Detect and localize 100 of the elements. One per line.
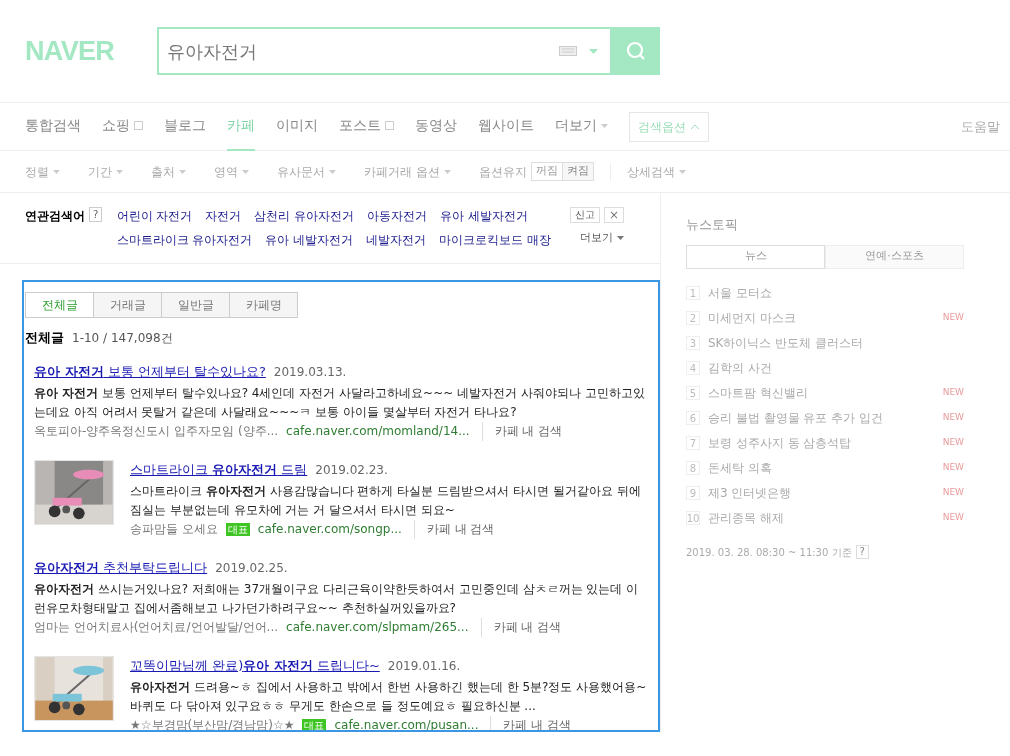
filter-dropdown[interactable]: 상세검색 [609, 162, 686, 181]
search-icon [626, 41, 646, 61]
related-keyword[interactable]: 삼천리 유아자전거 [254, 207, 355, 225]
caret-icon [678, 169, 686, 174]
result-date: 2019.03.13. [273, 363, 347, 381]
nav-tab[interactable]: 통합검색 [25, 102, 81, 151]
result-snippet: 유아자전거 드려용~ㅎ 집에서 사용하고 밖에서 한번 사용하긴 했는데 한 5분?정도 사용했어용~바퀴도 다 닦아져 있구요ㅎㅎ 무게도 한손으로 들 정도예요ㅎ 필요하신분 ... [130, 678, 648, 715]
keep-options-label: 옵션유지 [478, 163, 527, 181]
nav-tab[interactable]: 포스트 [339, 102, 394, 151]
related-keyword[interactable]: 유아 세발자전거 [440, 207, 529, 225]
result-title-link[interactable]: 꼬똑이맘님께 완료)유아 자전거 드립니다~ [130, 655, 380, 675]
url-link[interactable]: cafe.naver.com/momland/14... [286, 421, 470, 441]
toggle-option[interactable]: 켜짐 [561, 163, 593, 180]
related-keyword[interactable]: 네발자전거 [366, 231, 427, 249]
rank-number: 5 [686, 386, 700, 400]
cafe-name-link[interactable]: 옥토피아-양주옥정신도시 입주자모임 (양주... [34, 421, 279, 441]
cafe-search-link[interactable]: 카페 내 검색 [480, 617, 562, 637]
new-label: NEW [942, 461, 964, 475]
results-tab[interactable]: 카페명 [229, 292, 298, 318]
nav-tab[interactable]: 웹사이트 [478, 102, 534, 151]
close-button[interactable]: × [603, 207, 624, 223]
rank-number: 6 [686, 411, 700, 425]
related-keyword[interactable]: 아동자전거 [367, 207, 428, 225]
keyboard-icon[interactable] [559, 46, 577, 56]
rank-number: 3 [686, 336, 700, 350]
caret-icon [617, 236, 624, 241]
url-link[interactable]: cafe.naver.com/slpmam/265... [286, 617, 469, 637]
related-keyword[interactable]: 어린이 자전거 [116, 207, 193, 225]
news-topic-link[interactable]: 서울 모터쇼 [708, 284, 772, 302]
badge: 대표 [225, 522, 250, 536]
news-tab[interactable]: 뉴스 [686, 244, 825, 269]
new-label: NEW [942, 386, 964, 400]
news-topic-link[interactable]: 스마트팜 혁신밸리 [708, 384, 808, 402]
results-heading: 전체글 [25, 329, 64, 347]
new-label: NEW [942, 411, 964, 425]
news-topic-link[interactable]: 승리 불법 촬영물 유포 추가 입건 [708, 409, 884, 427]
news-topic-title: 뉴스토픽 [686, 216, 739, 234]
url-link[interactable]: cafe.naver.com/songp... [257, 519, 402, 539]
related-keyword[interactable]: 마이크로킥보드 매장 [439, 231, 552, 249]
result-snippet: 유아자전거 쓰시는거있나요? 저희애는 37개월이구요 다리근육이약한듯하여서 고민중인데 삼ㅊㄹ꺼는 있는데 이런유모차형태말고 집에서좀해보고 나가던가하려구요~~ 추천하실꺼있을까요? [34, 580, 640, 617]
result-title-link[interactable]: 유아자전거 추천부탁드립니다 [34, 557, 208, 577]
search-field[interactable]: 유아자전거 [157, 27, 612, 75]
cafe-name-link[interactable]: ★☆부경맘(부산맘/경남맘)☆★ [130, 715, 295, 730]
help-link[interactable]: 도움말 [961, 116, 1000, 137]
news-topic-link[interactable]: 돈세탁 의혹 [708, 459, 772, 477]
cafe-search-link[interactable]: 카페 내 검색 [481, 421, 563, 441]
filter-dropdown[interactable]: 정렬 [25, 162, 60, 181]
timestamp: 2019. 03. 28. 08:30 ~ 11:30 기준 [686, 545, 852, 560]
caret-icon [443, 169, 451, 174]
news-topic-link[interactable]: 제3 인터넷은행 [708, 484, 792, 502]
result-snippet: 유아 자전거 보통 언제부터 탈수있나요? 4세인데 자전거 사달라고하네요~~~ 네발자전거 사줘야되나 고민하고있는데요 아직 어려서 못탈거 같은데 사달래요~~~ㅋ 보통 아이들 몇살부터 자전거 타나요? [34, 384, 646, 421]
new-label: NEW [942, 311, 964, 325]
new-label: NEW [942, 436, 964, 450]
filter-dropdown[interactable]: 기간 [88, 162, 123, 181]
filter-dropdown[interactable]: 출처 [151, 162, 186, 181]
cafe-name-link[interactable]: 엄마는 언어치료사(언어치료/언어발달/언어... [34, 617, 279, 637]
nav-tab[interactable]: 쇼핑 [102, 102, 143, 151]
nav-tab[interactable]: 블로그 [164, 102, 206, 151]
rank-number: 9 [686, 486, 700, 500]
filter-dropdown[interactable]: 유사문서 [277, 162, 336, 181]
filter-dropdown[interactable]: 카페거래 옵션 [364, 162, 451, 181]
news-topic-link[interactable]: 김학의 사건 [708, 359, 772, 377]
related-keyword[interactable]: 자전거 [205, 207, 242, 225]
news-topic-link[interactable]: 보령 성주사지 동 삼층석탑 [708, 434, 852, 452]
cafe-search-link[interactable]: 카페 내 검색 [490, 715, 572, 730]
help-badge[interactable]: ? [89, 207, 103, 222]
search-button[interactable] [612, 27, 660, 75]
cafe-search-link[interactable]: 카페 내 검색 [413, 519, 495, 539]
news-topic-link[interactable]: 미세먼지 마스크 [708, 309, 796, 327]
results-tab[interactable]: 거래글 [93, 292, 162, 318]
more-link[interactable]: 더보기 [580, 230, 624, 247]
result-snippet: 스마트라이크 유아자전거 사용감많습니다 편하게 타실분 드림받으셔서 타시면 될거같아요 뒤에 짐실는 부분없는데 유모차에 거는 거 달으셔서 타시면 되요~ [130, 482, 642, 519]
related-keyword[interactable]: 유아 네발자전거 [265, 231, 354, 249]
news-topic-link[interactable]: 관리종목 해제 [708, 509, 784, 527]
result-date: 2019.02.23. [315, 461, 388, 479]
report-button[interactable]: 신고 [569, 207, 600, 223]
result-title-link[interactable]: 유아 자전거 보통 언제부터 탈수있나요? [34, 361, 266, 381]
result-date: 2019.02.25. [215, 559, 288, 577]
rank-number: 8 [686, 461, 700, 475]
news-topic-link[interactable]: SK하이닉스 반도체 클러스터 [708, 334, 864, 352]
nav-tab[interactable]: 더보기 [555, 102, 608, 151]
square-icon [134, 121, 143, 130]
square-icon [385, 121, 394, 130]
related-keyword[interactable]: 스마트라이크 유아자전거 [116, 231, 253, 249]
results-tab[interactable]: 일반글 [161, 292, 230, 318]
caret-icon[interactable] [589, 48, 598, 54]
result-title-link[interactable]: 스마트라이크 유아자전거 드림 [130, 459, 308, 479]
caret-icon [116, 169, 123, 174]
filter-dropdown[interactable]: 영역 [214, 162, 249, 181]
news-tab[interactable]: 연예·스포츠 [825, 244, 964, 269]
chevron-icon [690, 123, 700, 130]
nav-tab[interactable]: 이미지 [276, 102, 318, 151]
caret-icon [601, 123, 608, 128]
rank-number: 10 [686, 511, 700, 525]
help-badge[interactable]: ? [855, 545, 869, 559]
caret-icon [179, 169, 186, 174]
results-tab[interactable]: 전체글 [25, 292, 94, 318]
nav-tab[interactable]: 동영상 [415, 102, 457, 151]
cafe-name-link[interactable]: 송파맘들 오세요 [130, 519, 218, 539]
rank-number: 2 [686, 311, 700, 325]
